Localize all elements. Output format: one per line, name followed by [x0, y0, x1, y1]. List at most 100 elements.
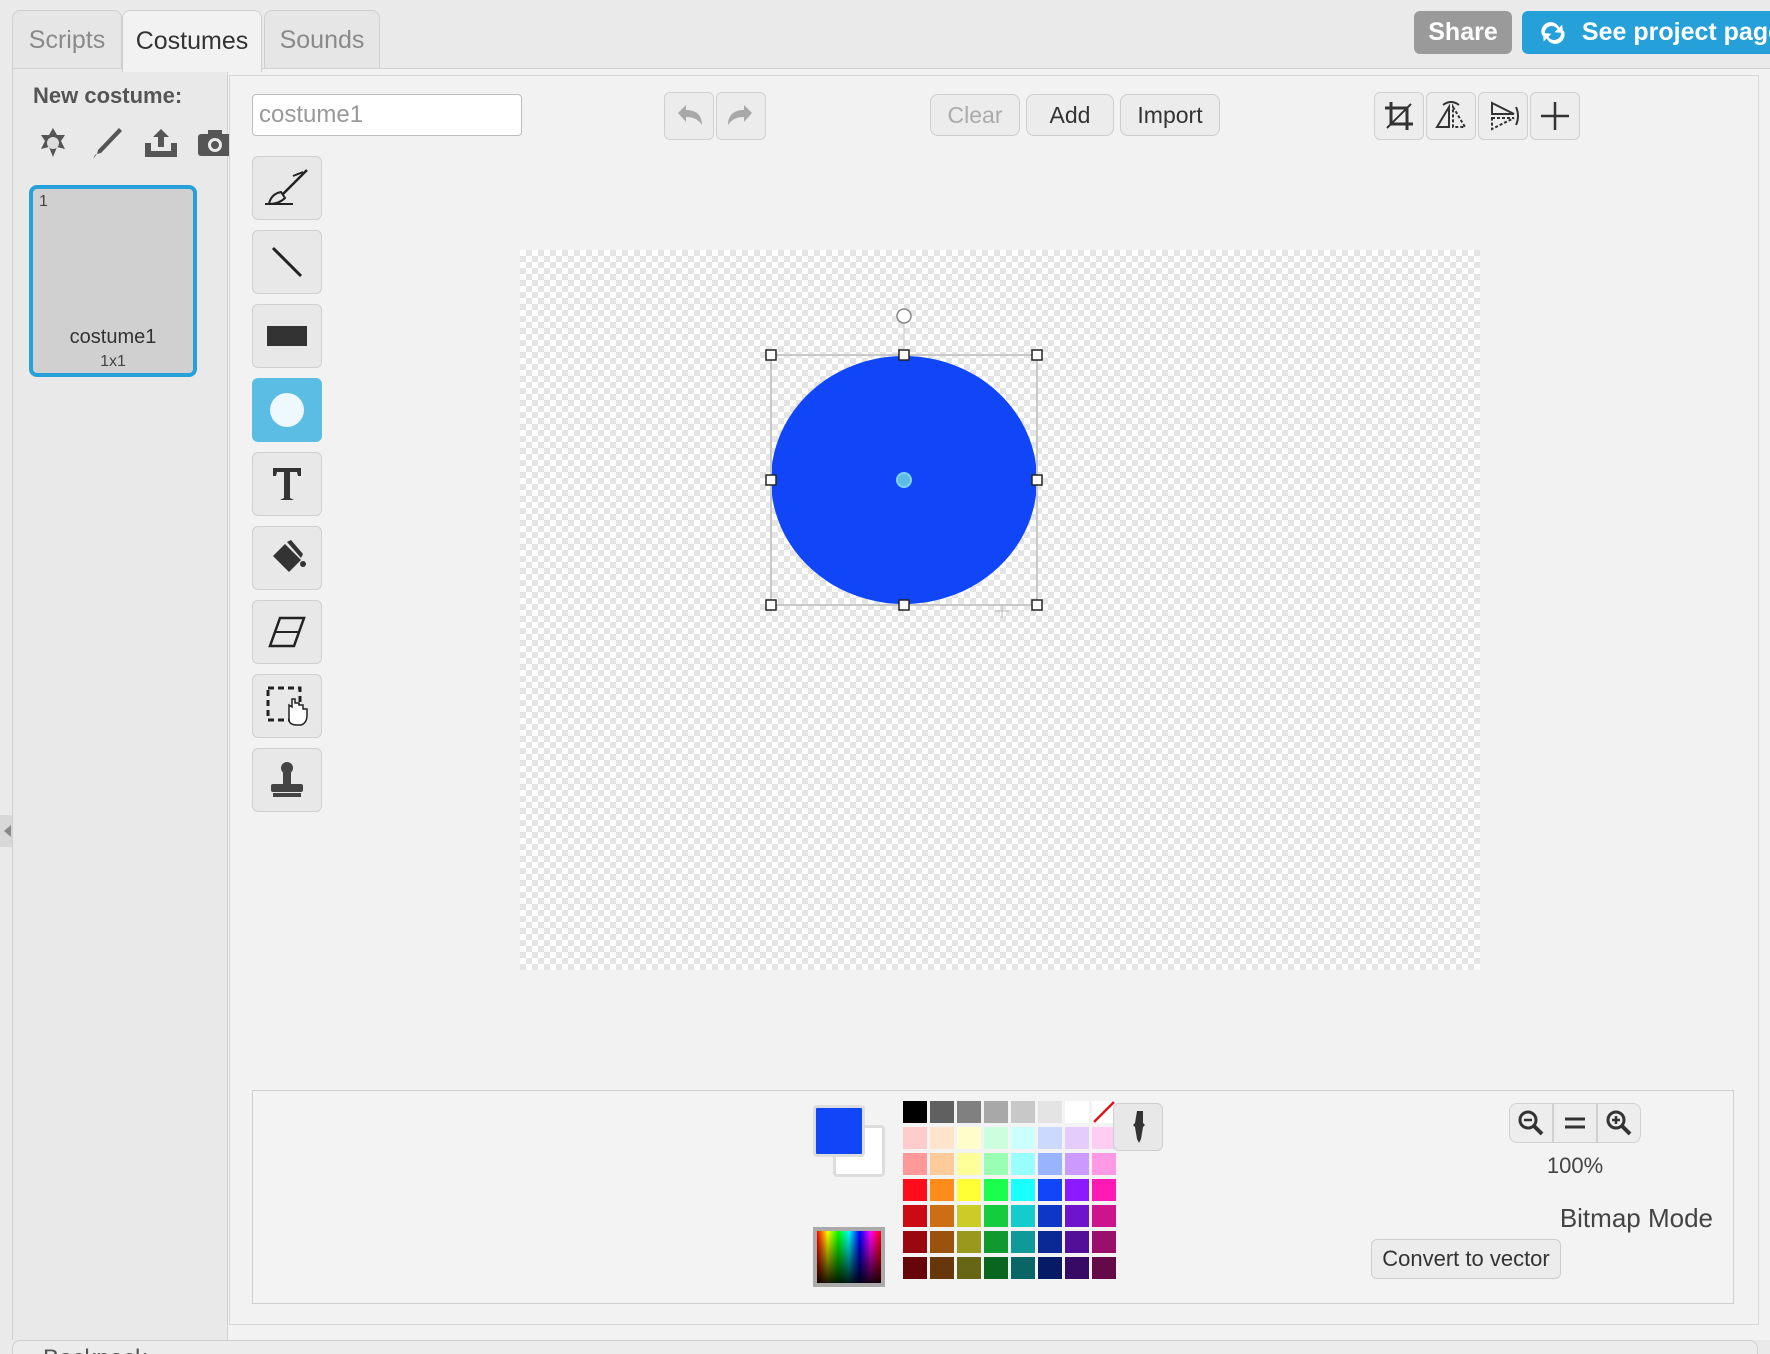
palette-swatch[interactable]: [1011, 1205, 1035, 1227]
choose-from-library-icon[interactable]: [31, 121, 75, 165]
palette-swatch[interactable]: [1092, 1205, 1116, 1227]
eyedropper-button[interactable]: [1113, 1103, 1163, 1151]
palette-swatch[interactable]: [1011, 1257, 1035, 1279]
palette-swatch[interactable]: [1092, 1153, 1116, 1175]
clear-button[interactable]: Clear: [930, 94, 1020, 136]
primary-color-swatch[interactable]: [813, 1105, 865, 1157]
new-costume-icons: [31, 121, 237, 165]
center-handle[interactable]: [896, 472, 912, 488]
palette-swatch[interactable]: [1065, 1257, 1089, 1279]
rectangle-tool[interactable]: [252, 304, 322, 368]
palette-swatch[interactable]: [903, 1257, 927, 1279]
palette-swatch[interactable]: [903, 1205, 927, 1227]
brush-tool[interactable]: [252, 156, 322, 220]
set-costume-center-button[interactable]: [1530, 92, 1580, 140]
line-tool[interactable]: [252, 230, 322, 294]
share-button[interactable]: Share: [1414, 11, 1512, 54]
stamp-icon: [271, 762, 303, 797]
palette-swatch[interactable]: [1065, 1127, 1089, 1149]
backpack-bar[interactable]: Backpack: [12, 1340, 1758, 1354]
palette-swatch[interactable]: [957, 1231, 981, 1253]
palette-swatch[interactable]: [1011, 1127, 1035, 1149]
add-button[interactable]: Add: [1026, 94, 1114, 136]
palette-swatch[interactable]: [1011, 1101, 1035, 1123]
flip-vertical-button[interactable]: [1478, 92, 1528, 140]
palette-swatch[interactable]: [903, 1127, 927, 1149]
tab-costumes[interactable]: Costumes: [122, 10, 262, 72]
palette-swatch[interactable]: [1065, 1231, 1089, 1253]
palette-swatch[interactable]: [984, 1179, 1008, 1201]
palette-swatch[interactable]: [1065, 1153, 1089, 1175]
palette-swatch[interactable]: [930, 1127, 954, 1149]
eraser-tool[interactable]: [252, 600, 322, 664]
ellipse-tool[interactable]: [252, 378, 322, 442]
palette-swatch[interactable]: [984, 1101, 1008, 1123]
see-project-page-button[interactable]: See project page: [1522, 11, 1770, 54]
tab-sounds[interactable]: Sounds: [264, 10, 380, 70]
redo-button[interactable]: [716, 92, 766, 140]
palette-swatch[interactable]: [1011, 1231, 1035, 1253]
palette-swatch[interactable]: [1038, 1231, 1062, 1253]
palette-swatch[interactable]: [1038, 1179, 1062, 1201]
crosshair-cursor: [995, 604, 1009, 618]
palette-swatch[interactable]: [957, 1257, 981, 1279]
palette-swatch[interactable]: [1038, 1127, 1062, 1149]
palette-swatch[interactable]: [957, 1153, 981, 1175]
palette-swatch[interactable]: [930, 1101, 954, 1123]
palette-swatch[interactable]: [930, 1153, 954, 1175]
rotate-handle[interactable]: [896, 308, 912, 324]
palette-swatch[interactable]: [1011, 1153, 1035, 1175]
palette-swatch[interactable]: [930, 1179, 954, 1201]
palette-swatch[interactable]: [930, 1205, 954, 1227]
convert-to-vector-button[interactable]: Convert to vector: [1371, 1239, 1561, 1279]
palette-swatch[interactable]: [984, 1257, 1008, 1279]
text-tool[interactable]: [252, 452, 322, 516]
palette-swatch[interactable]: [1038, 1257, 1062, 1279]
palette-swatch[interactable]: [984, 1231, 1008, 1253]
palette-swatch[interactable]: [903, 1101, 927, 1123]
costume-thumbnail-selected[interactable]: 1 costume1 1x1: [29, 185, 197, 377]
palette-swatch[interactable]: [1065, 1101, 1089, 1123]
palette-swatch[interactable]: [930, 1231, 954, 1253]
palette-swatch[interactable]: [957, 1127, 981, 1149]
costume-name-input[interactable]: [252, 94, 522, 136]
color-spectrum-picker[interactable]: [813, 1227, 885, 1287]
palette-swatch[interactable]: [957, 1179, 981, 1201]
palette-swatch[interactable]: [903, 1231, 927, 1253]
zoom-reset-button[interactable]: [1553, 1103, 1597, 1143]
paint-canvas[interactable]: [520, 250, 1480, 970]
palette-swatch[interactable]: [1092, 1179, 1116, 1201]
palette-swatch[interactable]: [1065, 1179, 1089, 1201]
palette-swatch[interactable]: [930, 1257, 954, 1279]
zoom-out-button[interactable]: [1509, 1103, 1553, 1143]
select-tool[interactable]: [252, 674, 322, 738]
palette-swatch[interactable]: [1092, 1231, 1116, 1253]
paint-new-icon[interactable]: [85, 121, 129, 165]
zoom-in-button[interactable]: [1597, 1103, 1641, 1143]
palette-swatch[interactable]: [957, 1101, 981, 1123]
palette-swatch[interactable]: [984, 1205, 1008, 1227]
palette-swatch[interactable]: [1065, 1205, 1089, 1227]
upload-icon[interactable]: [139, 121, 183, 165]
palette-swatch[interactable]: [957, 1205, 981, 1227]
tab-scripts[interactable]: Scripts: [12, 10, 122, 70]
palette-swatch[interactable]: [1038, 1153, 1062, 1175]
palette-swatch[interactable]: [903, 1153, 927, 1175]
palette-swatch[interactable]: [984, 1153, 1008, 1175]
flip-vertical-icon: [1491, 101, 1519, 131]
import-button[interactable]: Import: [1120, 94, 1220, 136]
fill-tool[interactable]: [252, 526, 322, 590]
crop-button[interactable]: [1374, 92, 1424, 140]
palette-swatch[interactable]: [984, 1127, 1008, 1149]
palette-swatch[interactable]: [1092, 1257, 1116, 1279]
stamp-tool[interactable]: [252, 748, 322, 812]
palette-swatch[interactable]: [1011, 1179, 1035, 1201]
zoom-out-icon: [1518, 1110, 1544, 1136]
backpack-label: Backpack: [43, 1345, 147, 1354]
palette-swatch[interactable]: [1038, 1101, 1062, 1123]
palette-swatch[interactable]: [1038, 1205, 1062, 1227]
flip-horizontal-button[interactable]: [1426, 92, 1476, 140]
canvas-drawing: [765, 308, 1043, 618]
palette-swatch[interactable]: [903, 1179, 927, 1201]
undo-button[interactable]: [664, 92, 714, 140]
